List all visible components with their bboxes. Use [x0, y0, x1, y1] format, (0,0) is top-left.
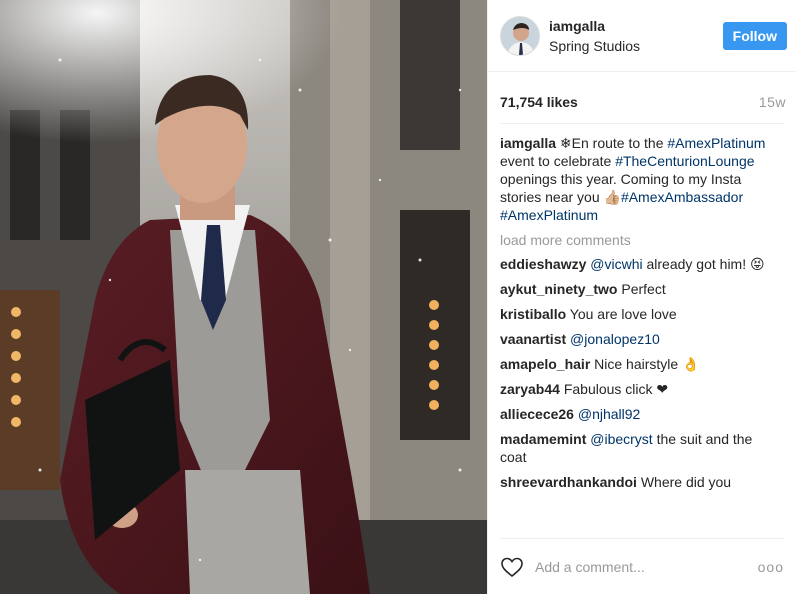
more-options-icon[interactable]: ooo [758, 559, 784, 575]
comment-username[interactable]: alliecece26 [500, 406, 574, 422]
hashtag-link[interactable]: #AmexPlatinum [667, 135, 765, 151]
comment-mention[interactable]: @ibecryst [590, 431, 652, 447]
comment: madamemint @ibecryst the suit and the co… [500, 430, 780, 466]
caption-text: ❄En route to the [556, 135, 668, 151]
load-more-comments[interactable]: load more comments [500, 231, 780, 249]
likes-row: 71,754 likes 15w [500, 94, 786, 110]
post-details-panel: iamgalla Spring Studios Follow 71,754 li… [487, 0, 796, 594]
avatar-image [501, 16, 539, 55]
hashtag-link[interactable]: #AmexPlatinum [500, 207, 598, 223]
post-location[interactable]: Spring Studios [549, 37, 723, 55]
comment: kristiballo You are love love [500, 305, 780, 323]
comment-username[interactable]: madamemint [500, 431, 586, 447]
comment-username[interactable]: vaanartist [500, 331, 566, 347]
hashtag-link[interactable]: #TheCenturionLounge [615, 153, 754, 169]
comment-username[interactable]: aykut_ninety_two [500, 281, 617, 297]
header-text: iamgalla Spring Studios [549, 17, 723, 55]
divider [500, 123, 784, 124]
comment-text: You are love love [566, 306, 677, 322]
comment: amapelo_hair Nice hairstyle 👌 [500, 355, 780, 373]
comment-username[interactable]: kristiballo [500, 306, 566, 322]
post-time[interactable]: 15w [759, 94, 786, 110]
instagram-post-modal: iamgalla Spring Studios Follow 71,754 li… [0, 0, 796, 594]
comment-username[interactable]: amapelo_hair [500, 356, 590, 372]
post-photo[interactable] [0, 0, 487, 594]
comment: eddieshawzy @vicwhi already got him! 😝 [500, 255, 780, 273]
comment: alliecece26 @njhall92 [500, 405, 780, 423]
follow-button[interactable]: Follow [722, 21, 787, 50]
post-header: iamgalla Spring Studios Follow [488, 0, 796, 72]
caption-text: event to celebrate [500, 153, 616, 169]
comment: zaryab44 Fabulous click ❤ [500, 380, 780, 398]
comment-username[interactable]: zaryab44 [500, 381, 560, 397]
comment-mention[interactable]: @vicwhi [590, 256, 642, 272]
comment-text: Fabulous click ❤ [559, 381, 669, 397]
comment-mention[interactable]: @jonalopez10 [570, 331, 660, 347]
comment-text: already got him! 😝 [642, 256, 765, 272]
post-username[interactable]: iamgalla [549, 17, 723, 35]
photo-illustration [0, 0, 487, 594]
comments-section[interactable]: iamgalla ❄En route to the #AmexPlatinum … [500, 134, 780, 528]
comment-text: Perfect [617, 281, 666, 297]
hashtag-link[interactable]: #AmexAmbassador [621, 189, 743, 205]
caption-username[interactable]: iamgalla [500, 135, 556, 151]
comment: vaanartist @jonalopez10 [500, 330, 780, 348]
comment-mention[interactable]: @njhall92 [578, 406, 640, 422]
caption: iamgalla ❄En route to the #AmexPlatinum … [500, 134, 780, 224]
comment-username[interactable]: eddieshawzy [500, 256, 586, 272]
add-comment-input[interactable]: Add a comment... [535, 559, 758, 575]
comment-text: Where did you [636, 474, 732, 490]
comment-username[interactable]: shreevardhankandoi [500, 474, 637, 490]
comment-bar: Add a comment... ooo [500, 538, 784, 594]
avatar[interactable] [500, 15, 540, 56]
likes-count[interactable]: 71,754 likes [500, 94, 578, 110]
heart-icon[interactable] [500, 555, 524, 579]
comment: aykut_ninety_two Perfect [500, 280, 780, 298]
comment: shreevardhankandoi Where did you [500, 473, 780, 491]
comment-text: Nice hairstyle 👌 [590, 356, 700, 372]
